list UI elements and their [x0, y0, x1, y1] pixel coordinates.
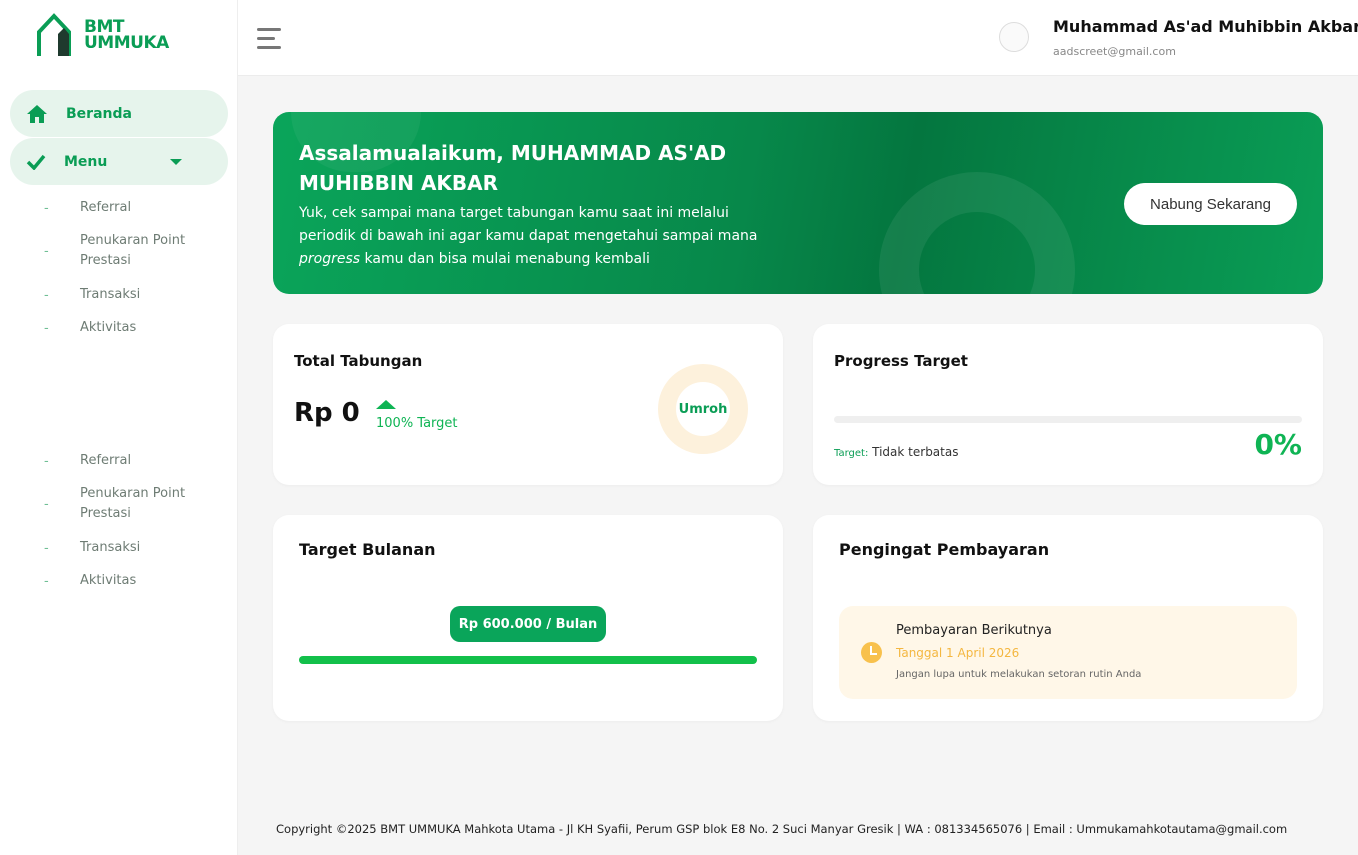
submenu-label-line1: Penukaran Point [80, 486, 186, 501]
dash: - [44, 243, 49, 259]
banner-ring-decoration [879, 172, 1075, 294]
target-info: Target: Tidak terbatas [834, 445, 958, 459]
check-icon [26, 154, 46, 170]
logo-mosque-icon [37, 13, 71, 56]
banner-description: Yuk, cek sampai mana target tabungan kam… [299, 202, 779, 271]
submenu-label: Referral [80, 453, 132, 468]
arrow-up-icon [376, 400, 396, 409]
target-key: Target: [834, 448, 869, 459]
user-email: aadscreet@gmail.com [1053, 45, 1176, 58]
sidebar-item-beranda[interactable]: Beranda [10, 90, 228, 137]
submenu-label: Penukaran Point Prestasi [80, 484, 185, 524]
submenu-transaksi[interactable]: - Transaksi [44, 538, 140, 558]
savings-amount: Rp 0 [294, 398, 360, 428]
reminder-date: Tanggal 1 April 2026 [896, 646, 1020, 660]
progress-percent: 0% [1254, 428, 1302, 461]
nabung-sekarang-button[interactable]: Nabung Sekarang [1124, 183, 1297, 225]
dash: - [44, 573, 49, 589]
dash: - [44, 453, 49, 469]
dash: - [44, 200, 49, 216]
avatar[interactable] [999, 22, 1029, 52]
topbar: Muhammad As'ad Muhibbin Akbar aadscreet@… [238, 0, 1358, 76]
goal-donut: Umroh [658, 364, 748, 454]
submenu-label: Referral [80, 200, 132, 215]
user-name: Muhammad As'ad Muhibbin Akbar [1053, 17, 1358, 36]
submenu-transaksi[interactable]: - Transaksi [44, 285, 140, 305]
reminder-note: Jangan lupa untuk melakukan setoran ruti… [896, 669, 1142, 680]
banner-desc-part1: Yuk, cek sampai mana target tabungan kam… [299, 205, 758, 244]
submenu-aktivitas[interactable]: - Aktivitas [44, 318, 136, 338]
total-tabungan-card: Total Tabungan Rp 0 100% Target Umroh [273, 324, 783, 485]
dash: - [44, 320, 49, 336]
monthly-target-bar [299, 656, 757, 664]
submenu-penukaran-point[interactable]: - Penukaran Point Prestasi [44, 231, 185, 271]
welcome-banner: Assalamualaikum, MUHAMMAD AS'AD MUHIBBIN… [273, 112, 1323, 294]
progress-bar [834, 416, 1302, 423]
card-title: Target Bulanan [299, 540, 436, 559]
hamburger-menu-icon[interactable] [257, 28, 281, 55]
sidebar: BMT UMMUKA Beranda Menu - Referral - Pen… [0, 0, 238, 855]
progress-target-card: Progress Target Target: Tidak terbatas 0… [813, 324, 1323, 485]
goal-label: Umroh [678, 401, 728, 417]
sidebar-item-menu[interactable]: Menu [10, 138, 228, 185]
card-title: Total Tabungan [294, 352, 423, 370]
dash: - [44, 496, 49, 512]
dash: - [44, 540, 49, 556]
card-title: Progress Target [834, 352, 968, 370]
submenu-label: Transaksi [80, 540, 141, 555]
chevron-down-icon [170, 159, 182, 165]
submenu-label-line1: Penukaran Point [80, 233, 186, 248]
clock-icon [861, 642, 882, 663]
banner-desc-part2: kamu dan bisa mulai menabung kembali [360, 251, 650, 267]
submenu-referral[interactable]: - Referral [44, 198, 131, 218]
brand-logo[interactable]: BMT UMMUKA [36, 12, 169, 58]
submenu-label-line2: Prestasi [80, 506, 131, 521]
submenu-label: Penukaran Point Prestasi [80, 231, 185, 271]
dash: - [44, 287, 49, 303]
submenu-referral[interactable]: - Referral [44, 451, 131, 471]
submenu-label: Aktivitas [80, 573, 137, 588]
submenu-label: Aktivitas [80, 320, 137, 335]
pengingat-pembayaran-card: Pengingat Pembayaran Pembayaran Berikutn… [813, 515, 1323, 721]
payment-reminder: Pembayaran Berikutnya Tanggal 1 April 20… [839, 606, 1297, 699]
card-title: Pengingat Pembayaran [839, 540, 1050, 559]
banner-desc-emphasis: progress [299, 251, 361, 267]
submenu-label-line2: Prestasi [80, 253, 131, 268]
brand-name-line2: UMMUKA [84, 33, 169, 53]
target-value: Tidak terbatas [872, 445, 959, 459]
sidebar-item-label: Beranda [66, 105, 132, 122]
home-icon [27, 104, 47, 123]
greeting-title: Assalamualaikum, MUHAMMAD AS'AD MUHIBBIN… [299, 141, 727, 195]
submenu-penukaran-point[interactable]: - Penukaran Point Prestasi [44, 484, 185, 524]
brand-name: BMT UMMUKA [84, 19, 169, 53]
monthly-target-badge: Rp 600.000 / Bulan [450, 606, 606, 642]
sidebar-item-label: Menu [64, 153, 108, 170]
footer-copyright: Copyright ©2025 BMT UMMUKA Mahkota Utama… [276, 822, 1288, 836]
target-bulanan-card: Target Bulanan Rp 600.000 / Bulan [273, 515, 783, 721]
reminder-title: Pembayaran Berikutnya [896, 623, 1052, 638]
submenu-label: Transaksi [80, 287, 141, 302]
target-percent: 100% Target [376, 416, 458, 431]
submenu-aktivitas[interactable]: - Aktivitas [44, 571, 136, 591]
